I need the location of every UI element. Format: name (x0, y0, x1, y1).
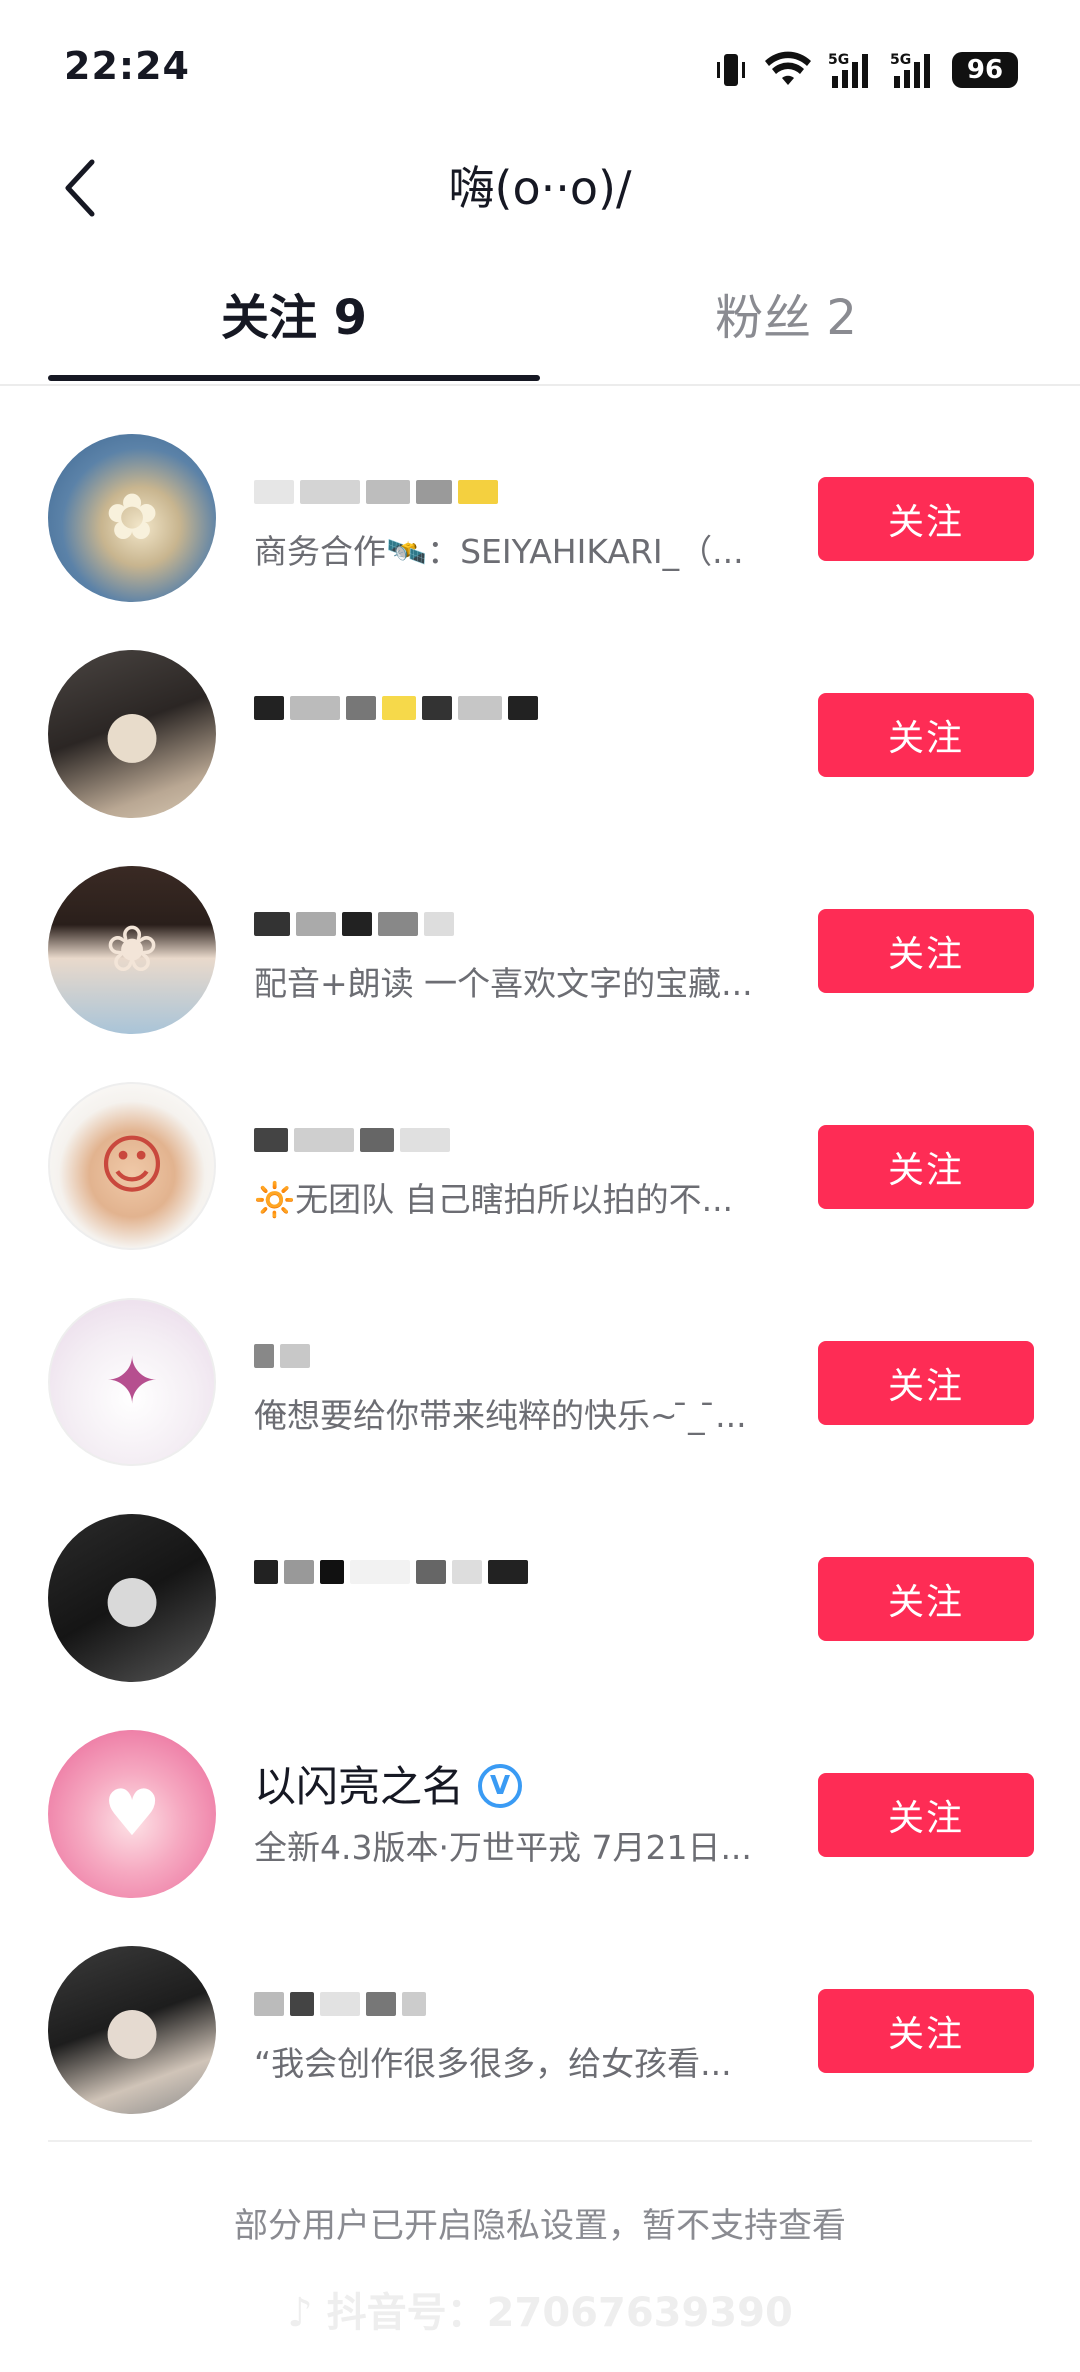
user-bio: “我会创作很多很多，给女孩看... (254, 2044, 732, 2083)
user-row[interactable]: ● 关注 (0, 1490, 1080, 1706)
svg-text:5G: 5G (890, 52, 911, 68)
user-name-redacted (254, 902, 634, 946)
page-title: 嗨(o··o)/ (448, 161, 632, 215)
wifi-icon (764, 51, 812, 89)
following-list-page: 22:24 5G 5G 96 嗨(o··o)/ 关注 9 粉丝 2 ✿ 商务合作… (0, 0, 1080, 2372)
tiktok-logo-icon: ♪ (287, 2290, 313, 2336)
avatar[interactable]: ☺ (48, 1082, 216, 1250)
avatar[interactable]: ♥ (48, 1730, 216, 1898)
user-bio: 配音+朗读 一个喜欢文字的宝藏... (254, 964, 753, 1003)
status-time: 22:24 (64, 44, 190, 88)
user-name-redacted (254, 1118, 634, 1162)
user-name-redacted (254, 470, 634, 514)
avatar[interactable]: ✿ (48, 434, 216, 602)
tabs-divider (0, 384, 1080, 386)
user-row[interactable]: ♥ 以闪亮之名 V 全新4.3版本·万世平戎 7月21日... 关注 (0, 1706, 1080, 1922)
watermark: ♪ 抖音号：27067639390 (0, 2280, 1080, 2338)
user-row[interactable]: ✿ 商务合作🛰️：SEIYAHIKARI_（... 关注 (0, 410, 1080, 626)
avatar[interactable]: ● (48, 1946, 216, 2114)
signal-5g-icon-2: 5G (890, 50, 936, 90)
status-icons: 5G 5G 96 (714, 48, 1018, 92)
user-name-redacted (254, 1334, 634, 1378)
avatar-image-icon: ❀ (105, 913, 159, 987)
follow-button[interactable]: 关注 (818, 1989, 1034, 2073)
privacy-note: 部分用户已开启隐私设置，暂不支持查看 (234, 2206, 846, 2246)
avatar-image-icon: ✦ (105, 1345, 159, 1419)
watermark-text: 抖音号：27067639390 (326, 2290, 793, 2336)
signal-5g-icon: 5G (828, 50, 874, 90)
user-bio: 全新4.3版本·万世平戎 7月21日... (254, 1828, 752, 1867)
user-row[interactable]: ☺ 🔆无团队 自己瞎拍所以拍的不... 关注 (0, 1058, 1080, 1274)
avatar-image-icon: ♥ (103, 1777, 161, 1851)
follow-button[interactable]: 关注 (818, 1557, 1034, 1641)
avatar-image-icon: ● (104, 1561, 160, 1635)
avatar[interactable]: ❀ (48, 866, 216, 1034)
avatar-image-icon: ● (104, 1993, 160, 2067)
avatar-image-icon: ● (104, 697, 160, 771)
list-divider (48, 2140, 1032, 2142)
avatar-image-icon: ✿ (105, 481, 159, 555)
user-bio: 🔆无团队 自己瞎拍所以拍的不... (254, 1180, 734, 1219)
follow-button[interactable]: 关注 (818, 1773, 1034, 1857)
follow-button[interactable]: 关注 (818, 477, 1034, 561)
svg-text:5G: 5G (828, 52, 849, 68)
user-name-text: 以闪亮之名 (254, 1762, 465, 1811)
user-row[interactable]: ✦ 俺想要给你带来纯粹的快乐~ ̄_ ̄... 关注 (0, 1274, 1080, 1490)
avatar[interactable]: ✦ (48, 1298, 216, 1466)
user-name-redacted (254, 1982, 634, 2026)
user-name-redacted (254, 1550, 634, 1594)
vibrate-icon (714, 50, 748, 90)
user-row[interactable]: ❀ 配音+朗读 一个喜欢文字的宝藏... 关注 (0, 842, 1080, 1058)
follow-button[interactable]: 关注 (818, 1125, 1034, 1209)
user-row[interactable]: ● 关注 (0, 626, 1080, 842)
user-bio: 商务合作🛰️：SEIYAHIKARI_（... (254, 532, 744, 571)
status-bar: 22:24 5G 5G 96 (0, 0, 1080, 130)
back-arrow-icon (65, 159, 95, 217)
user-bio: 俺想要给你带来纯粹的快乐~ ̄_ ̄... (254, 1396, 747, 1435)
back-button[interactable] (48, 150, 112, 226)
avatar-image-icon: ☺ (98, 1129, 166, 1203)
user-name: 以闪亮之名 V (254, 1760, 754, 1814)
user-name-redacted (254, 686, 634, 730)
follow-button[interactable]: 关注 (818, 1341, 1034, 1425)
tab-indicator (48, 375, 540, 381)
tab-followers[interactable]: 粉丝 2 (540, 278, 1032, 358)
follow-button[interactable]: 关注 (818, 693, 1034, 777)
avatar[interactable]: ● (48, 1514, 216, 1682)
battery-icon: 96 (952, 52, 1018, 88)
follow-button[interactable]: 关注 (818, 909, 1034, 993)
avatar[interactable]: ● (48, 650, 216, 818)
user-row[interactable]: ● “我会创作很多很多，给女孩看... 关注 (0, 1922, 1080, 2138)
user-list: ✿ 商务合作🛰️：SEIYAHIKARI_（... 关注 ● 关注 ❀ 配音+朗… (0, 410, 1080, 2138)
verified-icon: V (478, 1763, 523, 1808)
tab-following[interactable]: 关注 9 (48, 278, 540, 358)
